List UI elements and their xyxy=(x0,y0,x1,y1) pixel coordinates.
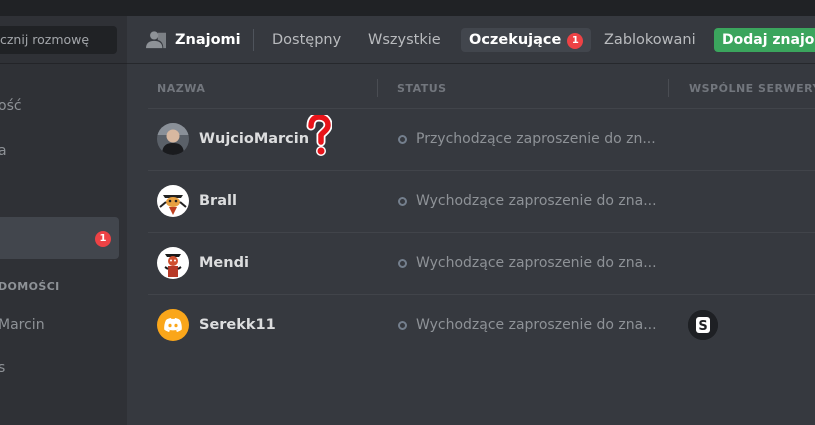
discord-logo-icon xyxy=(164,318,182,332)
tab-label: Dostępny xyxy=(272,32,342,48)
server-s-logo: S xyxy=(688,310,718,340)
sidebar-item-2[interactable]: a xyxy=(0,130,119,172)
username: Brall xyxy=(199,193,237,209)
photo-avatar[interactable] xyxy=(157,123,189,155)
status-offline-icon xyxy=(398,259,407,268)
cartoon-avatar[interactable] xyxy=(157,247,189,279)
discord-default-avatar[interactable] xyxy=(157,309,189,341)
pending-count-badge: 1 xyxy=(567,33,584,49)
friends-table-header: NAZWA STATUS WSPÓLNE SERWERY xyxy=(127,64,815,108)
username: Serekk11 xyxy=(199,317,276,333)
tab-blocked[interactable]: Zablokowani xyxy=(596,28,704,52)
sidebar-item-friends[interactable]: 1 xyxy=(0,217,119,259)
column-separator xyxy=(377,79,378,97)
search-placeholder: cznij rozmowę xyxy=(0,32,90,47)
friends-topbar: Znajomi Dostępny Wszystkie Oczekujące 1 Z… xyxy=(127,16,815,64)
tab-online[interactable]: Dostępny xyxy=(264,28,349,52)
tab-all[interactable]: Wszystkie xyxy=(360,28,449,52)
direct-messages-header: DOMOŚCI xyxy=(0,280,60,293)
table-row[interactable]: WujcioMarcin Przychodzące zaproszenie do… xyxy=(148,108,815,170)
dm-item-label: s xyxy=(0,360,6,376)
status-offline-icon xyxy=(398,135,407,144)
sidebar-item-label: a xyxy=(0,143,7,159)
add-friend-button[interactable]: Dodaj znajomego xyxy=(714,28,815,52)
cartoon-avatar[interactable] xyxy=(157,185,189,217)
tab-pending[interactable]: Oczekujące 1 xyxy=(461,28,592,52)
dm-item-marcin[interactable]: Marcin xyxy=(0,304,119,346)
column-header-name[interactable]: NAZWA xyxy=(157,82,205,95)
column-separator xyxy=(668,79,669,97)
cartoon-avatar-image xyxy=(157,247,189,279)
table-row[interactable]: Serekk11 Wychodzące zaproszenie do zna..… xyxy=(148,294,815,356)
cartoon-avatar-image xyxy=(157,185,189,217)
question-mark-icon xyxy=(306,115,332,156)
page-title: Znajomi xyxy=(175,32,241,48)
status-offline-icon xyxy=(398,197,407,206)
photo-avatar-image xyxy=(157,123,189,155)
friends-icon xyxy=(146,31,166,49)
server-logo-letter: S xyxy=(698,319,707,334)
tab-label: Wszystkie xyxy=(368,32,441,48)
notification-badge: 1 xyxy=(95,231,111,247)
username: WujcioMarcin xyxy=(199,131,310,147)
table-row[interactable]: Mendi Wychodzące zaproszenie do zna... xyxy=(148,232,815,294)
status-text: Wychodzące zaproszenie do zna... xyxy=(416,193,657,209)
dm-item-label: Marcin xyxy=(0,317,45,333)
sidebar-item-label: ość xyxy=(0,98,22,114)
mutual-server-icon[interactable]: S xyxy=(688,310,718,340)
dm-sidebar: cznij rozmowę ość a 1 DOMOŚCI Marcin s xyxy=(0,16,127,425)
status-text: Przychodzące zaproszenie do zn... xyxy=(416,131,656,147)
topbar-divider xyxy=(253,29,254,51)
status-text: Wychodzące zaproszenie do zna... xyxy=(416,317,657,333)
column-header-servers[interactable]: WSPÓLNE SERWERY xyxy=(689,82,815,95)
search-area: cznij rozmowę xyxy=(0,16,127,64)
window-titlebar xyxy=(0,0,815,16)
dm-item-2[interactable]: s xyxy=(0,347,119,389)
column-header-status[interactable]: STATUS xyxy=(397,82,447,95)
status-text: Wychodzące zaproszenie do zna... xyxy=(416,255,657,271)
conversation-search-input[interactable]: cznij rozmowę xyxy=(0,26,117,54)
tab-label: Oczekujące xyxy=(469,32,562,48)
username: Mendi xyxy=(199,255,249,271)
table-row[interactable]: Brall Wychodzące zaproszenie do zna... xyxy=(148,170,815,232)
status-offline-icon xyxy=(398,321,407,330)
sidebar-item-1[interactable]: ość xyxy=(0,85,119,127)
tab-label: Zablokowani xyxy=(604,32,696,48)
